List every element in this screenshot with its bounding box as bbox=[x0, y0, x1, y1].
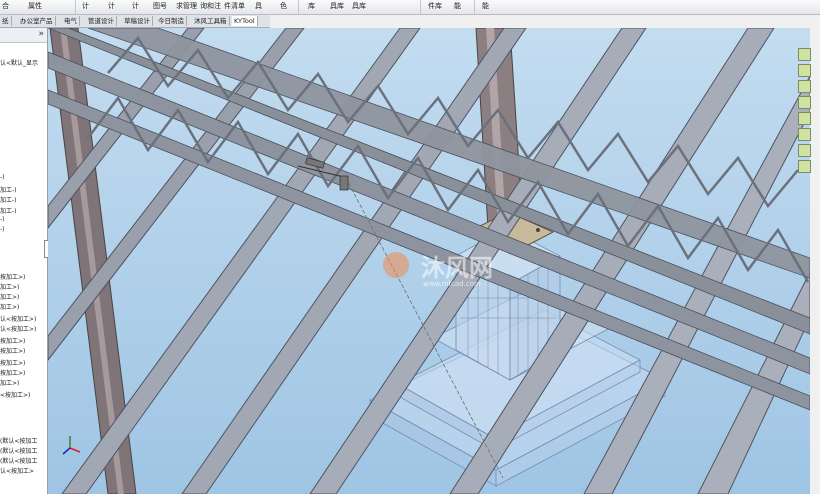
feature-tree-item[interactable]: 加工-) bbox=[0, 185, 17, 194]
toolbar-separator bbox=[474, 0, 475, 14]
toolbar-separator bbox=[298, 0, 299, 14]
toolbar-item[interactable]: 色 bbox=[280, 1, 287, 11]
toolbar-separator bbox=[75, 0, 76, 14]
toolbar-item[interactable]: 计 bbox=[82, 1, 89, 11]
design-library-icon[interactable] bbox=[798, 64, 811, 77]
toolbar-item[interactable]: 询和注 bbox=[200, 1, 221, 11]
toolbar-item[interactable]: 具库 bbox=[352, 1, 366, 11]
task-pane-tabs bbox=[797, 48, 811, 173]
feature-manager-panel: » 认<默认_显示 -) 加工-) 加工-) 加工-) -) -) 按加工>) 加工>) 加工>)… bbox=[0, 28, 48, 494]
feature-tree-item[interactable]: 按加工>) bbox=[0, 368, 25, 377]
toolbar-item[interactable]: 件库 bbox=[428, 1, 442, 11]
collapse-panel-button[interactable]: » bbox=[38, 29, 44, 39]
toolbar-item[interactable]: 库 bbox=[308, 1, 315, 11]
toolbar-item[interactable]: 计 bbox=[108, 1, 115, 11]
toolbar-separator bbox=[420, 0, 421, 14]
view-palette-icon[interactable] bbox=[798, 112, 811, 125]
toolbar-item[interactable]: 计 bbox=[132, 1, 139, 11]
toolbar-item[interactable]: 图号 bbox=[153, 1, 167, 11]
command-manager-toolbar: 合 属性 计 计 计 图号 求管理 询和注 件清单具 色 库 具库 具库 件库 能 能 bbox=[0, 0, 820, 15]
toolbar-item[interactable]: 能 bbox=[482, 1, 489, 11]
tab-item[interactable]: 沐风工具箱 bbox=[192, 16, 230, 26]
feature-tree-item[interactable]: 按加工>) bbox=[0, 346, 25, 355]
command-tabs: 纸办公室产品 电气 管道设计 草稿设计 今日制造 沐风工具箱 KYTool bbox=[0, 15, 270, 28]
tab-item[interactable]: KYTool bbox=[232, 16, 258, 26]
search-icon[interactable] bbox=[798, 96, 811, 109]
feature-tree-item[interactable]: <按加工>) bbox=[0, 390, 30, 399]
feature-tree-item[interactable]: 加工-) bbox=[0, 206, 17, 215]
feature-tree-item[interactable]: -) bbox=[0, 226, 5, 233]
toolbar-item[interactable]: 件清单 bbox=[224, 1, 245, 11]
feature-tree-item[interactable]: 加工>) bbox=[0, 282, 19, 291]
watermark-logo-icon bbox=[383, 252, 409, 278]
feature-tree-item[interactable]: 按加工>) bbox=[0, 336, 25, 345]
tab-item[interactable]: 办公室产品 bbox=[18, 16, 56, 26]
toolbar-item[interactable]: 具 bbox=[255, 1, 262, 11]
feature-tree-item[interactable]: -) bbox=[0, 216, 5, 223]
feature-tree-item[interactable]: (默认<按加工 bbox=[0, 446, 37, 455]
feature-tree-item[interactable]: 加工-) bbox=[0, 195, 17, 204]
watermark-title: 沐风网 bbox=[421, 254, 493, 282]
feature-tree-item[interactable]: 加工>) bbox=[0, 302, 19, 311]
tab-item[interactable]: 纸 bbox=[0, 16, 12, 26]
panel-header: » bbox=[0, 28, 47, 43]
feature-tree-item[interactable]: 按加工>) bbox=[0, 358, 25, 367]
toolbar-item[interactable]: 求管理 bbox=[176, 1, 197, 11]
toolbar-item[interactable]: 具库 bbox=[330, 1, 344, 11]
forum-icon[interactable] bbox=[798, 160, 811, 173]
watermark-url: www.mfcad.com bbox=[423, 280, 481, 288]
graphics-viewport[interactable]: 沐风网 www.mfcad.com bbox=[48, 28, 810, 494]
toolbar-item[interactable]: 属性 bbox=[28, 1, 42, 11]
custom-properties-icon[interactable] bbox=[798, 144, 811, 157]
appearance-icon[interactable] bbox=[798, 128, 811, 141]
tab-item[interactable]: 电气 bbox=[62, 16, 80, 26]
tab-item[interactable]: 草稿设计 bbox=[122, 16, 153, 26]
toolbar-item[interactable]: 能 bbox=[454, 1, 461, 11]
feature-tree-item[interactable]: 加工>) bbox=[0, 378, 19, 387]
feature-tree-item[interactable]: (默认<按加工 bbox=[0, 456, 37, 465]
feature-tree-item[interactable]: 认<默认_显示 bbox=[0, 58, 38, 67]
feature-tree-item[interactable]: 按加工>) bbox=[0, 272, 25, 281]
tab-item[interactable]: 今日制造 bbox=[156, 16, 187, 26]
toolbar-item[interactable]: 合 bbox=[2, 1, 9, 11]
feature-tree-item[interactable]: (默认<按加工 bbox=[0, 436, 37, 445]
file-explorer-icon[interactable] bbox=[798, 80, 811, 93]
tab-item[interactable]: 管道设计 bbox=[86, 16, 117, 26]
feature-tree-item[interactable]: 认<按加工>) bbox=[0, 324, 36, 333]
feature-tree-item[interactable]: 加工>) bbox=[0, 292, 19, 301]
feature-tree-item[interactable]: -) bbox=[0, 174, 5, 181]
resources-icon[interactable] bbox=[798, 48, 811, 61]
feature-tree-item[interactable]: 认<按加工> bbox=[0, 466, 34, 475]
feature-tree-item[interactable]: 认<按加工>) bbox=[0, 314, 36, 323]
